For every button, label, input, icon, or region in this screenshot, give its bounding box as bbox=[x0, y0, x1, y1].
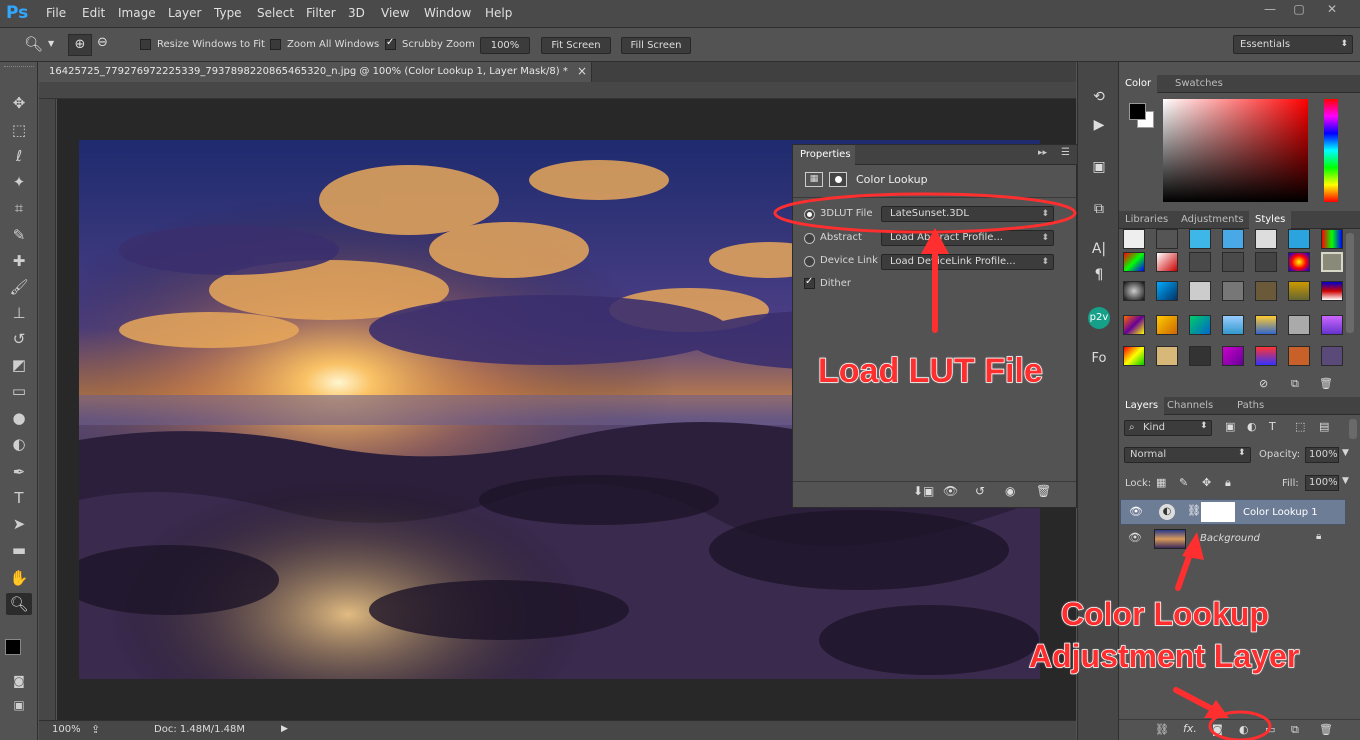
layer-arrow-head bbox=[1182, 532, 1204, 560]
adjustment-button-highlight bbox=[1208, 710, 1272, 740]
footer-arrow-shaft bbox=[1173, 687, 1217, 713]
annotation-load-lut: Load LUT File bbox=[817, 351, 1043, 391]
annotation-adjustment-layer: Adjustment Layer bbox=[1028, 637, 1300, 675]
color-foreground-swatch[interactable] bbox=[1129, 103, 1146, 120]
annotation-color-lookup: Color Lookup bbox=[1060, 595, 1269, 633]
lut-highlight-ellipse bbox=[773, 192, 1077, 234]
